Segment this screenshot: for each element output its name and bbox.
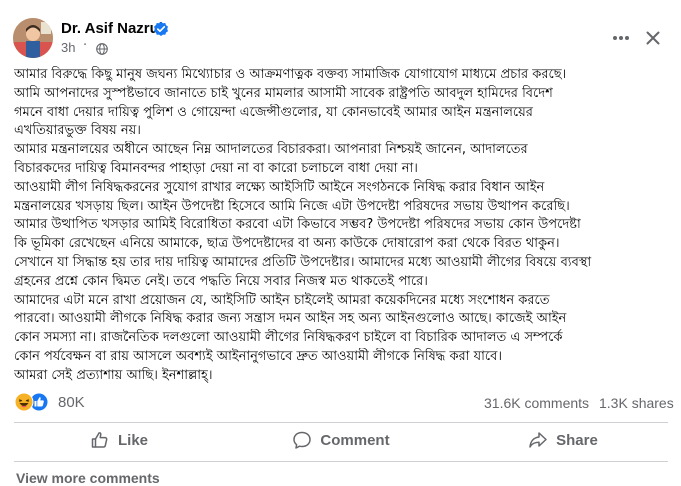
- post-text: আমার বিরুদ্ধে কিছু মানুষ জঘন্য মিথ্যোচার…: [14, 66, 668, 386]
- post-timestamp[interactable]: 3h: [61, 40, 75, 55]
- close-icon[interactable]: [643, 28, 663, 48]
- author-avatar[interactable]: [13, 18, 53, 58]
- post-text-line: আমার উত্থাপিত খসড়ার আমিই বিরোধিতা করবো …: [14, 217, 581, 233]
- post-text-line: আমার বিরুদ্ধে কিছু মানুষ জঘন্য মিথ্যোচার…: [14, 67, 567, 82]
- divider: [14, 461, 668, 462]
- post-text-line: গ্রহনের প্রশ্নে কোন দ্বিমত নেই। তবে পদ্ধ…: [14, 273, 428, 289]
- like-label: Like: [117, 431, 148, 449]
- share-button[interactable]: Share: [458, 426, 668, 454]
- post-text-line: কোন পর্যবেক্ষন বা রায় আসলে অবশ্যই আইনান…: [14, 348, 502, 364]
- post-text-line: আমি আপনাদের সুস্পষ্টভাবে জানাতে চাই খুনে…: [14, 85, 553, 101]
- reaction-count[interactable]: 80K: [58, 394, 85, 411]
- author-name[interactable]: Dr. Asif Nazrul: [61, 20, 163, 37]
- post-text-line: মন্ত্রনালয়ের খসড়ায় ছিল। আইন উপদেষ্টা …: [14, 198, 570, 214]
- timestamp-separator: ·: [83, 38, 88, 53]
- share-label: Share: [556, 431, 598, 449]
- action-bar: Like Comment Share: [14, 424, 668, 456]
- post-text-line: কি ভূমিকা রেখেছেন এনিয়ে আমাকে, ছাত্র উপ…: [14, 236, 560, 252]
- post-text-line: কোন সমস্যা না। রাজনৈতিক দলগুলো আওয়ামী ল…: [14, 330, 563, 346]
- comment-button[interactable]: Comment: [236, 426, 446, 454]
- share-arrow-icon: [529, 432, 547, 448]
- post-text-line: আমার মন্ত্রনালয়ের অধীনে আছেন নিম্ন আদাল…: [14, 142, 528, 158]
- post-text-line: এখতিয়ারভুক্ত বিষয় নয়।: [14, 123, 141, 139]
- reactions-summary[interactable]: 80K: [14, 392, 154, 414]
- post-text-line: আমরা সেই প্রত্যাশায় আছি। ইনশাল্লাহ্।: [14, 367, 213, 383]
- verified-badge-icon: [154, 21, 168, 36]
- globe-icon[interactable]: [96, 43, 108, 55]
- shares-count[interactable]: 1.3K shares: [599, 395, 674, 411]
- post-text-line: সেখানে যা সিদ্ধান্ত হয় তার দায় দায়িত্…: [14, 254, 592, 270]
- post-header: Dr. Asif Nazrul 3h ·: [0, 0, 681, 64]
- like-button[interactable]: Like: [14, 426, 224, 454]
- post-text-line: বিচারকদের দায়িত্ব বিমানবন্দর পাহাড়া দে…: [14, 160, 418, 176]
- divider: [14, 422, 668, 423]
- avatar-photo: [13, 18, 53, 58]
- thumbs-up-icon: [91, 432, 108, 448]
- comment-label: Comment: [320, 431, 390, 449]
- more-horizontal-icon[interactable]: [611, 28, 631, 48]
- post-text-line: পারবো। আওয়ামী লীগকে নিষিদ্ধ করার জন্য স…: [14, 311, 567, 327]
- comment-icon: [293, 431, 312, 449]
- post-text-line: আমাদের এটা মনে রাখা প্রয়োজন যে, আইসিটি …: [14, 292, 550, 308]
- post-text-line: গমনে বাধা দেয়ার দায়িত্ব পুলিশ ও গোয়েন…: [14, 104, 533, 120]
- view-more-comments-link[interactable]: View more comments: [16, 470, 160, 486]
- haha-reaction-icon: [14, 392, 34, 412]
- post-text-line: আওয়ামী লীগ নিষিদ্ধকরনের সুযোগ রাখার লক্…: [14, 179, 545, 195]
- comments-count[interactable]: 31.6K comments: [484, 395, 589, 411]
